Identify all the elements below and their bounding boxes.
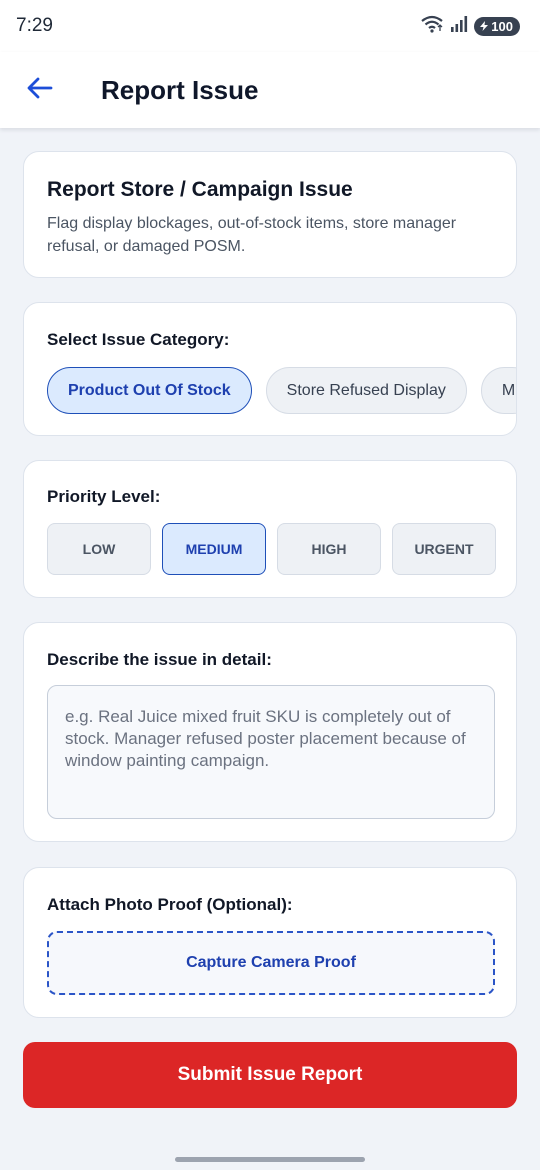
category-chip-out-of-stock[interactable]: Product Out Of Stock (47, 367, 252, 414)
description-label: Describe the issue in detail: (47, 650, 272, 669)
category-label: Select Issue Category: (47, 330, 230, 349)
category-chip-more[interactable]: M (480, 367, 516, 414)
back-button[interactable] (0, 52, 80, 128)
intro-card: Report Store / Campaign Issue Flag displ… (23, 151, 517, 278)
description-textarea[interactable] (47, 685, 495, 819)
page-title: Report Issue (101, 74, 259, 105)
priority-options: LOW MEDIUM HIGH URGENT (47, 523, 496, 575)
submit-button[interactable]: Submit Issue Report (23, 1042, 517, 1108)
capture-camera-button[interactable]: Capture Camera Proof (47, 931, 495, 995)
priority-high-button[interactable]: HIGH (277, 523, 381, 575)
priority-urgent-button[interactable]: URGENT (392, 523, 496, 575)
wifi-icon (420, 15, 444, 38)
priority-label: Priority Level: (47, 487, 161, 506)
intro-description: Flag display blockages, out-of-stock ite… (47, 215, 457, 255)
category-chip-refused-display[interactable]: Store Refused Display (265, 367, 467, 414)
intro-title: Report Store / Campaign Issue (47, 178, 353, 201)
description-card: Describe the issue in detail: (23, 622, 517, 842)
arrow-left-icon (27, 77, 53, 104)
priority-medium-button[interactable]: MEDIUM (162, 523, 266, 575)
app-bar: Report Issue (0, 52, 540, 128)
priority-low-button[interactable]: LOW (47, 523, 151, 575)
category-card: Select Issue Category: Product Out Of St… (23, 302, 517, 436)
priority-card: Priority Level: LOW MEDIUM HIGH URGENT (23, 460, 517, 598)
status-bar: 7:29 100 (0, 0, 540, 52)
photo-card: Attach Photo Proof (Optional): Capture C… (23, 867, 517, 1018)
battery-level: 100 (491, 18, 513, 34)
photo-label: Attach Photo Proof (Optional): (47, 895, 293, 914)
home-indicator[interactable] (175, 1157, 365, 1162)
category-chip-list: Product Out Of Stock Store Refused Displ… (47, 367, 516, 414)
signal-icon (450, 15, 468, 38)
battery-icon: 100 (474, 16, 520, 36)
status-time: 7:29 (16, 15, 53, 36)
status-icons: 100 (420, 15, 520, 38)
